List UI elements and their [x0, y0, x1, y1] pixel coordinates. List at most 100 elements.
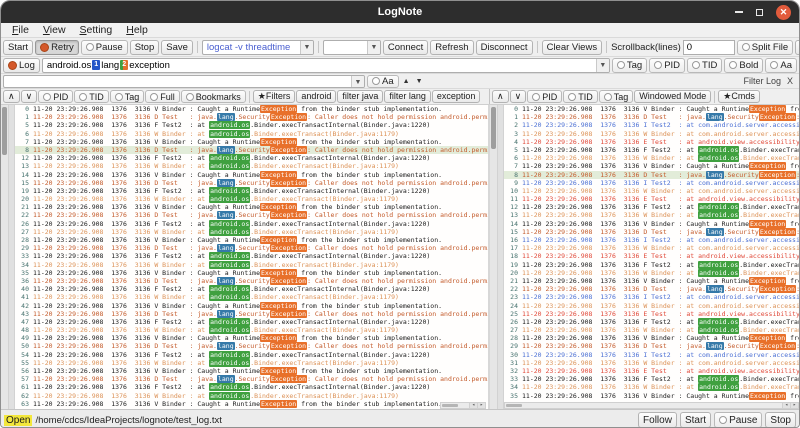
- chevron-down-icon[interactable]: ▼: [596, 59, 609, 72]
- log-row[interactable]: 6211-20 23:29:26.908 1376 3136 W Binder …: [15, 392, 488, 400]
- log-row[interactable]: 111-20 23:29:26.908 1376 3136 D Test : j…: [504, 113, 799, 121]
- log-row[interactable]: 511-20 23:29:26.908 1376 3136 F Test2 : …: [15, 121, 488, 129]
- log-row[interactable]: 2811-20 23:29:26.908 1376 3136 V Binder …: [504, 334, 799, 342]
- right-vertical-scrollbar[interactable]: [490, 105, 498, 409]
- log-row[interactable]: 3211-20 23:29:26.908 1376 3136 E Test : …: [504, 367, 799, 375]
- search-case-checkbox[interactable]: Aa: [367, 75, 399, 88]
- log-row[interactable]: 911-20 23:29:26.908 1376 3136 I Test2 : …: [504, 179, 799, 187]
- log-row[interactable]: 811-20 23:29:26.908 1376 3136 D Test : j…: [504, 171, 799, 179]
- log-row[interactable]: 2111-20 23:29:26.908 1376 3136 V Binder …: [504, 277, 799, 285]
- log-row[interactable]: 711-20 23:29:26.908 1376 3136 V Binder :…: [15, 138, 488, 146]
- follow-button[interactable]: Follow: [638, 412, 677, 428]
- right-pid-checkbox[interactable]: PID: [527, 90, 562, 103]
- filter-tid-checkbox[interactable]: TID: [687, 58, 722, 73]
- left-horizontal-scrollbar[interactable]: ◂ ▸: [440, 402, 486, 409]
- status-pause-checkbox[interactable]: Pause: [714, 412, 762, 428]
- adb-command-combobox[interactable]: logcat -v threadtime ▼: [202, 40, 314, 55]
- filter-aa-checkbox[interactable]: Aa: [765, 58, 797, 73]
- log-row[interactable]: 2411-20 23:29:26.908 1376 3136 W Binder …: [504, 302, 799, 310]
- filters-button[interactable]: ★Filters: [253, 90, 296, 103]
- chevron-down-icon[interactable]: ▼: [300, 41, 313, 54]
- log-row[interactable]: 1511-20 23:29:26.908 1376 3136 D Test : …: [15, 179, 488, 187]
- log-row[interactable]: 1911-20 23:29:26.908 1376 3136 F Test2 :…: [15, 187, 488, 195]
- disconnect-button[interactable]: Disconnect: [476, 40, 533, 55]
- right-tid-checkbox[interactable]: TID: [563, 90, 598, 103]
- saved-filter-android[interactable]: android: [296, 90, 336, 103]
- filter-pid-checkbox[interactable]: PID: [649, 58, 685, 73]
- log-row[interactable]: 6111-20 23:29:26.908 1376 3136 F Test2 :…: [15, 383, 488, 391]
- log-row[interactable]: 011-20 23:29:26.908 1376 3136 V Binder :…: [15, 105, 488, 113]
- status-stop-button[interactable]: Stop: [765, 412, 796, 428]
- log-row[interactable]: 2111-20 23:29:26.908 1376 3136 V Binder …: [15, 203, 488, 211]
- filter-bold-checkbox[interactable]: Bold: [724, 58, 763, 73]
- left-vertical-scrollbar[interactable]: [1, 105, 9, 409]
- log-row[interactable]: 111-20 23:29:26.908 1376 3136 D Test : j…: [15, 113, 488, 121]
- right-horizontal-scrollbar[interactable]: ◂ ▸: [504, 402, 799, 409]
- log-row[interactable]: 311-20 23:29:26.908 1376 3136 W Binder :…: [504, 130, 799, 138]
- log-row[interactable]: 1911-20 23:29:26.908 1376 3136 F Test2 :…: [504, 261, 799, 269]
- saved-filter-filter-lang[interactable]: filter lang: [384, 90, 431, 103]
- log-row[interactable]: 1511-20 23:29:26.908 1376 3136 D Test : …: [504, 228, 799, 236]
- log-row[interactable]: 6311-20 23:29:26.908 1376 3136 V Binder …: [15, 400, 488, 408]
- log-row[interactable]: 2211-20 23:29:26.908 1376 3136 D Test : …: [15, 211, 488, 219]
- scrollback-input[interactable]: 0: [683, 40, 735, 55]
- log-row[interactable]: 1411-20 23:29:26.908 1376 3136 V Binder …: [504, 220, 799, 228]
- refresh-button[interactable]: Refresh: [430, 40, 473, 55]
- full-log-pane[interactable]: ◂ ▸ 011-20 23:29:26.908 1376 3136 V Bind…: [490, 105, 799, 409]
- log-row[interactable]: 2711-20 23:29:26.908 1376 3136 W Binder …: [504, 326, 799, 334]
- scrollbar-thumb[interactable]: [506, 404, 522, 407]
- log-row[interactable]: 1311-20 23:29:26.908 1376 3136 W Binder …: [504, 211, 799, 219]
- log-row[interactable]: 4811-20 23:29:26.908 1376 3136 W Binder …: [15, 326, 488, 334]
- title-bar[interactable]: LogNote ✕: [1, 1, 799, 23]
- log-toggle[interactable]: Log: [3, 58, 40, 73]
- saved-filter-exception[interactable]: exception: [432, 90, 481, 103]
- log-row[interactable]: 1411-20 23:29:26.908 1376 3136 V Binder …: [15, 171, 488, 179]
- log-row[interactable]: 5011-20 23:29:26.908 1376 3136 D Test : …: [15, 342, 488, 350]
- start-button[interactable]: Start: [3, 40, 33, 55]
- apply-button[interactable]: Apply: [795, 40, 800, 55]
- log-row[interactable]: 5511-20 23:29:26.908 1376 3136 W Binder …: [15, 359, 488, 367]
- log-row[interactable]: 4711-20 23:29:26.908 1376 3136 F Test2 :…: [15, 318, 488, 326]
- scrollbar-thumb[interactable]: [2, 107, 7, 155]
- log-row[interactable]: 711-20 23:29:26.908 1376 3136 V Binder :…: [504, 162, 799, 170]
- log-row[interactable]: 1011-20 23:29:26.908 1376 3136 W Binder …: [504, 187, 799, 195]
- log-row[interactable]: 3611-20 23:29:26.908 1376 3136 D Test : …: [15, 277, 488, 285]
- device-combobox[interactable]: ▼: [323, 40, 381, 55]
- log-row[interactable]: 4011-20 23:29:26.908 1376 3136 F Test2 :…: [15, 285, 488, 293]
- log-row[interactable]: 611-20 23:29:26.908 1376 3136 W Binder :…: [504, 154, 799, 162]
- left-pid-checkbox[interactable]: PID: [38, 90, 73, 103]
- log-row[interactable]: 2911-20 23:29:26.908 1376 3136 D Test : …: [504, 342, 799, 350]
- log-row[interactable]: 2311-20 23:29:26.908 1376 3136 I Test2 :…: [504, 293, 799, 301]
- log-row[interactable]: 1111-20 23:29:26.908 1376 3136 E Test : …: [504, 195, 799, 203]
- log-row[interactable]: 4211-20 23:29:26.908 1376 3136 V Binder …: [15, 302, 488, 310]
- search-prev-button[interactable]: ▲: [401, 78, 412, 85]
- right-tag-checkbox[interactable]: Tag: [599, 90, 634, 103]
- log-row[interactable]: 411-20 23:29:26.908 1376 3136 E Test : a…: [504, 138, 799, 146]
- menu-setting[interactable]: Setting: [73, 24, 120, 36]
- log-row[interactable]: 3111-20 23:29:26.908 1376 3136 W Binder …: [504, 359, 799, 367]
- log-row[interactable]: 1211-20 23:29:26.908 1376 3136 F Test2 :…: [504, 203, 799, 211]
- log-row[interactable]: 1611-20 23:29:26.908 1376 3136 I Test2 :…: [504, 236, 799, 244]
- log-filter-combobox[interactable]: android.os1lang2exception ▼: [42, 58, 610, 73]
- log-row[interactable]: 611-20 23:29:26.908 1376 3136 W Binder :…: [15, 130, 488, 138]
- menu-help[interactable]: Help: [119, 24, 155, 36]
- log-row[interactable]: 5611-20 23:29:26.908 1376 3136 V Binder …: [15, 367, 488, 375]
- scroll-right-icon[interactable]: ▸: [790, 403, 798, 408]
- search-next-button[interactable]: ▼: [414, 78, 425, 85]
- cmds-button[interactable]: ★Cmds: [718, 90, 760, 103]
- close-icon[interactable]: ✕: [776, 5, 791, 20]
- log-row[interactable]: 3411-20 23:29:26.908 1376 3136 W Binder …: [15, 261, 488, 269]
- log-row[interactable]: 3311-20 23:29:26.908 1376 3136 F Test2 :…: [504, 375, 799, 383]
- scroll-left-icon[interactable]: ◂: [782, 403, 790, 408]
- log-row[interactable]: 3511-20 23:29:26.908 1376 3136 V Binder …: [15, 269, 488, 277]
- log-row[interactable]: 5411-20 23:29:26.908 1376 3136 F Test2 :…: [15, 351, 488, 359]
- minimize-icon[interactable]: [735, 11, 743, 13]
- left-bookmarks-checkbox[interactable]: Bookmarks: [181, 90, 246, 103]
- log-row[interactable]: 4311-20 23:29:26.908 1376 3136 D Test : …: [15, 310, 488, 318]
- windowed-mode-button[interactable]: Windowed Mode: [634, 90, 711, 103]
- split-file-checkbox[interactable]: Split File: [737, 40, 793, 55]
- scroll-right-icon[interactable]: ▸: [477, 403, 485, 408]
- pause-checkbox[interactable]: Pause: [81, 40, 128, 55]
- log-row[interactable]: 2711-20 23:29:26.908 1376 3136 W Binder …: [15, 228, 488, 236]
- clear-views-button[interactable]: Clear Views: [542, 40, 603, 55]
